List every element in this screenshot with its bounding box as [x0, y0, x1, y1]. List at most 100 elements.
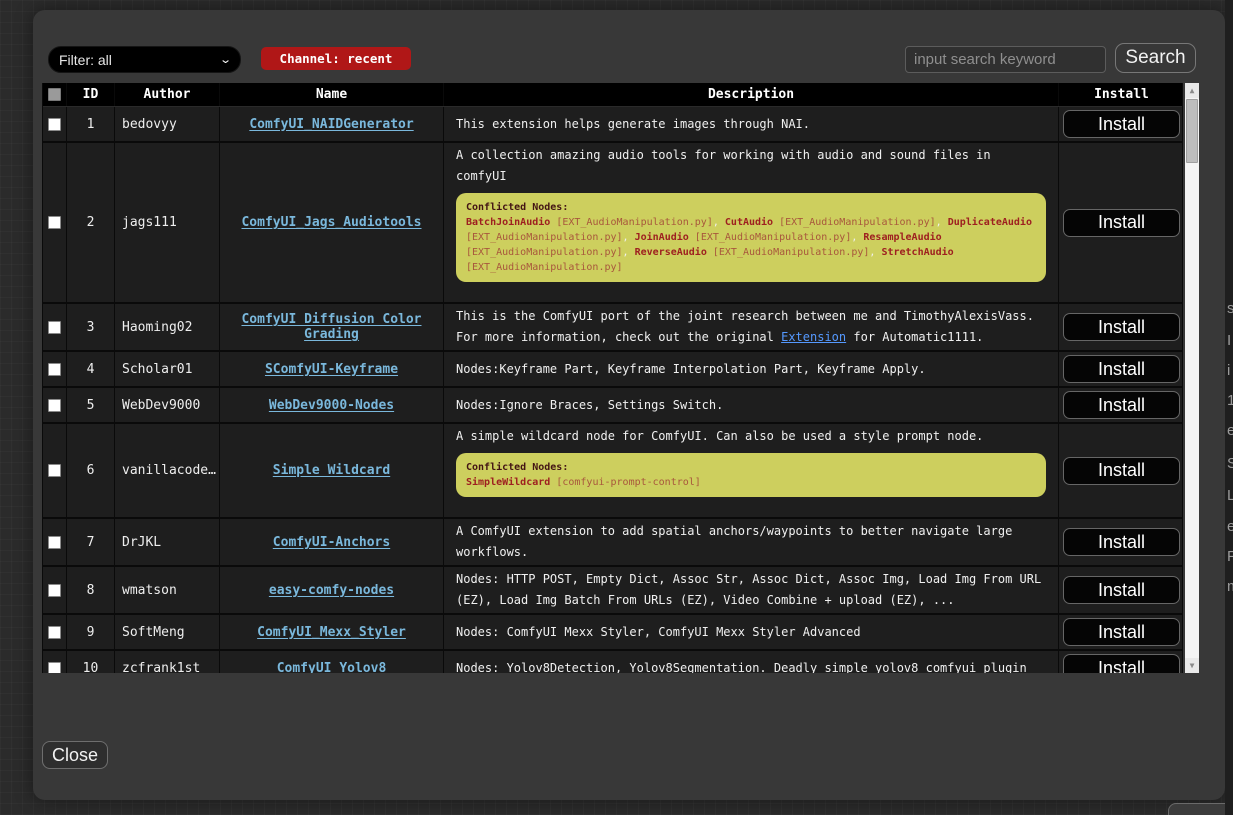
name-cell: ComfyUI_Jags_Audiotools	[220, 143, 444, 302]
table-row: 8wmatsoneasy-comfy-nodesNodes: HTTP POST…	[43, 567, 1182, 615]
extension-name-link[interactable]: easy-comfy-nodes	[269, 583, 394, 598]
name-cell: ComfyUI Yolov8	[220, 651, 444, 673]
conflicted-nodes-warning: Conflicted Nodes: BatchJoinAudio [EXT_Aud…	[456, 193, 1046, 282]
conflict-node-name: StretchAudio	[881, 247, 953, 258]
extension-name-link[interactable]: Simple Wildcard	[273, 463, 390, 478]
select-all-checkbox[interactable]	[48, 88, 61, 101]
extension-name-link[interactable]: ComfyUI Yolov8	[277, 661, 387, 674]
description-cell: This extension helps generate images thr…	[444, 107, 1059, 141]
checkbox-cell	[43, 143, 67, 302]
row-checkbox[interactable]	[48, 464, 61, 477]
table-row: 3Haoming02ComfyUI Diffusion Color Gradin…	[43, 304, 1182, 352]
row-checkbox[interactable]	[48, 363, 61, 376]
background-text-fragment: m	[1227, 578, 1233, 595]
scrollbar-thumb[interactable]	[1186, 99, 1198, 163]
conflict-node-name: ResampleAudio	[863, 232, 941, 243]
conflict-node-name: ReverseAudio	[635, 247, 707, 258]
row-checkbox[interactable]	[48, 536, 61, 549]
checkbox-cell	[43, 519, 67, 565]
install-button[interactable]: Install	[1063, 110, 1180, 138]
install-button[interactable]: Install	[1063, 313, 1180, 341]
description-cell: This is the ComfyUI port of the joint re…	[444, 304, 1059, 350]
extension-name-link[interactable]: ComfyUI-Anchors	[273, 535, 390, 550]
author-cell: wmatson	[115, 567, 220, 613]
install-cell: Install	[1059, 143, 1184, 302]
row-checkbox[interactable]	[48, 399, 61, 412]
conflicted-nodes-label: Conflicted Nodes:	[466, 460, 1036, 475]
channel-badge[interactable]: Channel: recent	[261, 47, 411, 70]
close-button[interactable]: Close	[42, 741, 108, 769]
column-header-install: Install	[1059, 83, 1184, 106]
name-cell: WebDev9000-Nodes	[220, 388, 444, 422]
conflict-node-source: [comfyui-prompt-control]	[550, 477, 701, 488]
install-button[interactable]: Install	[1063, 618, 1180, 646]
row-checkbox[interactable]	[48, 584, 61, 597]
install-button[interactable]: Install	[1063, 528, 1180, 556]
table-row: 2jags111ComfyUI_Jags_AudiotoolsA collect…	[43, 143, 1182, 304]
install-button[interactable]: Install	[1063, 576, 1180, 604]
row-checkbox[interactable]	[48, 118, 61, 131]
conflict-node-source: [EXT_AudioManipulation.py]	[466, 247, 623, 258]
background-text-fragment: I	[1227, 332, 1231, 349]
extension-name-link[interactable]: ComfyUI_NAIDGenerator	[249, 117, 413, 132]
row-checkbox[interactable]	[48, 662, 61, 674]
description-text: A ComfyUI extension to add spatial ancho…	[456, 521, 1046, 563]
extension-name-link[interactable]: ComfyUI_Jags_Audiotools	[241, 215, 421, 230]
description-cell: A collection amazing audio tools for wor…	[444, 143, 1059, 302]
install-button[interactable]: Install	[1063, 654, 1180, 673]
name-cell: easy-comfy-nodes	[220, 567, 444, 613]
author-cell: WebDev9000	[115, 388, 220, 422]
checkbox-cell	[43, 107, 67, 141]
install-cell: Install	[1059, 567, 1184, 613]
extension-name-link[interactable]: ComfyUI Diffusion Color Grading	[224, 312, 439, 342]
extension-name-link[interactable]: ComfyUI_Mexx_Styler	[257, 625, 406, 640]
column-header-name: Name	[220, 83, 444, 106]
header-checkbox-cell	[43, 83, 67, 106]
extension-name-link[interactable]: SComfyUI-Keyframe	[265, 362, 398, 377]
extension-name-link[interactable]: WebDev9000-Nodes	[269, 398, 394, 413]
name-cell: ComfyUI_NAIDGenerator	[220, 107, 444, 141]
checkbox-cell	[43, 615, 67, 649]
scroll-up-arrow-icon[interactable]: ▲	[1185, 83, 1199, 98]
description-cell: A simple wildcard node for ComfyUI. Can …	[444, 424, 1059, 517]
description-text: Nodes:Ignore Braces, Settings Switch.	[456, 395, 723, 416]
background-text-fragment: S	[1227, 455, 1233, 472]
search-input[interactable]	[905, 46, 1106, 73]
install-button[interactable]: Install	[1063, 457, 1180, 485]
conflict-node-name: BatchJoinAudio	[466, 217, 550, 228]
row-checkbox[interactable]	[48, 321, 61, 334]
install-button[interactable]: Install	[1063, 355, 1180, 383]
background-text-fragment: s	[1227, 300, 1233, 317]
column-header-author: Author	[115, 83, 220, 106]
install-button[interactable]: Install	[1063, 391, 1180, 419]
id-cell: 1	[67, 107, 115, 141]
description-text: This extension helps generate images thr…	[456, 114, 810, 135]
conflicted-nodes-label: Conflicted Nodes:	[466, 200, 1036, 215]
filter-select-label: Filter: all	[59, 52, 112, 68]
description-cell: Nodes: ComfyUI Mexx Styler, ComfyUI Mexx…	[444, 615, 1059, 649]
row-checkbox[interactable]	[48, 626, 61, 639]
conflict-node-name: DuplicateAudio	[948, 217, 1032, 228]
author-cell: vanillacode…	[115, 424, 220, 517]
id-cell: 4	[67, 352, 115, 386]
name-cell: Simple Wildcard	[220, 424, 444, 517]
row-checkbox[interactable]	[48, 216, 61, 229]
table-scrollbar[interactable]: ▲ ▼	[1185, 83, 1199, 673]
filter-select[interactable]: Filter: all ⌄	[48, 46, 241, 73]
id-cell: 9	[67, 615, 115, 649]
extension-inline-link[interactable]: Extension	[781, 330, 846, 344]
description-cell: Nodes:Ignore Braces, Settings Switch.	[444, 388, 1059, 422]
install-button[interactable]: Install	[1063, 209, 1180, 237]
name-cell: ComfyUI-Anchors	[220, 519, 444, 565]
install-custom-nodes-dialog: Filter: all ⌄ Channel: recent Search IDA…	[33, 10, 1225, 800]
table-row: 10zcfrank1stComfyUI Yolov8Nodes: Yolov8D…	[43, 651, 1182, 673]
table-row: 5WebDev9000WebDev9000-NodesNodes:Ignore …	[43, 388, 1182, 424]
table-row: 6vanillacode…Simple WildcardA simple wil…	[43, 424, 1182, 519]
search-button[interactable]: Search	[1115, 43, 1196, 73]
scroll-down-arrow-icon[interactable]: ▼	[1185, 658, 1199, 673]
background-text-fragment: i	[1227, 362, 1230, 379]
column-header-description: Description	[444, 83, 1059, 106]
extensions-table: IDAuthorNameDescriptionInstall1bedovyyCo…	[42, 83, 1199, 673]
name-cell: ComfyUI_Mexx_Styler	[220, 615, 444, 649]
id-cell: 2	[67, 143, 115, 302]
